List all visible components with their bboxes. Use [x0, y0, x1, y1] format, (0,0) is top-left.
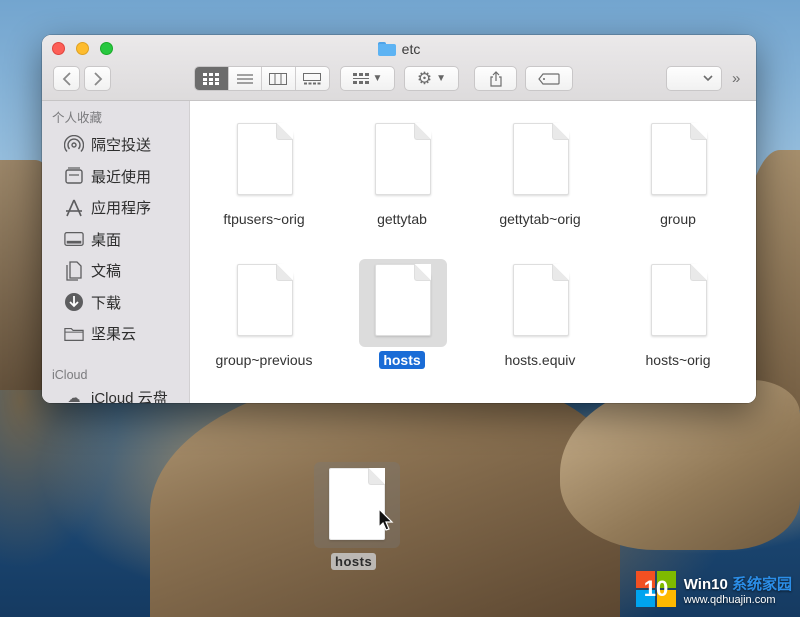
mouse-pointer-icon	[378, 508, 394, 531]
dragged-file-label: hosts	[331, 553, 377, 570]
sidebar-item-label: 下载	[91, 294, 122, 312]
svg-text:10: 10	[644, 576, 668, 601]
cloud-icon: ☁	[67, 389, 81, 404]
window-title: etc	[42, 41, 756, 57]
watermark-logo-icon: 10	[634, 569, 678, 609]
wallpaper-rock	[560, 380, 800, 550]
view-mode-control	[194, 66, 330, 91]
share-icon	[489, 70, 502, 87]
document-icon	[651, 123, 707, 195]
sidebar-item-jianguoyun[interactable]: 坚果云	[42, 318, 189, 350]
document-icon	[651, 264, 707, 336]
chevron-right-icon	[93, 71, 102, 86]
forward-button[interactable]	[84, 66, 111, 91]
document-icon	[329, 468, 385, 540]
file-name: hosts~orig	[645, 352, 711, 368]
folder-icon	[64, 324, 84, 344]
titlebar: etc ▼ ⚙ ▼ »	[42, 35, 756, 101]
list-view-icon	[236, 73, 253, 84]
airdrop-icon	[64, 134, 84, 155]
sidebar-item-icloud-drive[interactable]: ☁ iCloud 云盘	[42, 386, 189, 404]
window-title-text: etc	[401, 41, 421, 57]
watermark: 10 Win10 系统家园 www.qdhuajin.com	[634, 569, 792, 609]
sidebar-item-label: 最近使用	[91, 168, 152, 186]
file-name: hosts.equiv	[504, 352, 576, 368]
sidebar-heading-icloud: iCloud	[52, 367, 88, 382]
document-icon	[237, 264, 293, 336]
back-button[interactable]	[53, 66, 80, 91]
downloads-icon	[64, 292, 84, 312]
gallery-view-button[interactable]	[296, 67, 329, 90]
column-view-button[interactable]	[262, 67, 296, 90]
icon-view-button[interactable]	[195, 67, 229, 90]
file-name: hosts	[333, 351, 471, 369]
gear-icon: ⚙	[416, 68, 433, 88]
sidebar-item-documents[interactable]: 文稿	[42, 255, 189, 287]
applications-icon	[64, 198, 84, 218]
sidebar-item-label: 桌面	[91, 231, 122, 249]
document-icon	[513, 123, 569, 195]
sidebar-item-airdrop[interactable]: 隔空投送	[42, 129, 189, 161]
group-button[interactable]: ▼	[340, 66, 395, 91]
recents-icon	[64, 166, 84, 186]
desktop-icon	[64, 229, 84, 249]
path-dropdown[interactable]	[666, 66, 722, 91]
sidebar-heading-favorites: 个人收藏	[52, 111, 103, 125]
sidebar-item-applications[interactable]: 应用程序	[42, 192, 189, 224]
document-icon	[375, 264, 431, 336]
tag-button[interactable]	[525, 66, 573, 91]
file-name: gettytab~orig	[499, 211, 581, 227]
watermark-url: www.qdhuajin.com	[683, 593, 776, 606]
finder-window: etc ▼ ⚙ ▼ » 个人收藏 隔空投送 最近使用 应用程序 桌面 文稿 下载…	[42, 35, 756, 403]
sidebar-item-label: 隔空投送	[91, 137, 152, 155]
file-name: gettytab	[377, 211, 427, 227]
document-icon	[237, 123, 293, 195]
list-view-button[interactable]	[229, 67, 262, 90]
chevron-down-icon	[703, 75, 713, 82]
file-name: ftpusers~orig	[223, 211, 305, 227]
chevron-left-icon	[62, 71, 71, 86]
sidebar-item-desktop[interactable]: 桌面	[42, 224, 189, 256]
sidebar-item-label: 文稿	[91, 263, 122, 281]
chevron-down-icon: ▼	[372, 73, 383, 84]
gallery-view-icon	[303, 72, 322, 84]
documents-icon	[64, 261, 84, 281]
watermark-title: Win10 系统家园	[683, 575, 792, 593]
icon-view-icon	[203, 72, 220, 85]
file-name: group	[660, 211, 696, 227]
tag-icon	[538, 72, 560, 85]
chevron-down-icon: ▼	[436, 73, 447, 84]
share-button[interactable]	[474, 66, 517, 91]
sidebar-item-label: iCloud 云盘	[91, 389, 168, 404]
folder-icon	[377, 42, 396, 56]
dragged-file[interactable]	[314, 462, 400, 548]
group-grid-icon	[352, 72, 369, 84]
action-button[interactable]: ⚙ ▼	[404, 66, 459, 91]
document-icon	[513, 264, 569, 336]
file-grid: ftpusers~orig gettytab gettytab~orig gro…	[190, 101, 756, 403]
sidebar-item-label: 应用程序	[91, 200, 152, 218]
sidebar: 个人收藏 隔空投送 最近使用 应用程序 桌面 文稿 下载 坚果云 iCloud …	[42, 101, 190, 403]
sidebar-item-label: 坚果云	[91, 326, 137, 344]
sidebar-item-downloads[interactable]: 下载	[42, 287, 189, 319]
double-chevron-right-icon[interactable]: »	[732, 70, 740, 87]
file-name: group~previous	[215, 352, 313, 368]
document-icon	[375, 123, 431, 195]
sidebar-item-recents[interactable]: 最近使用	[42, 161, 189, 193]
column-view-icon	[269, 72, 288, 85]
